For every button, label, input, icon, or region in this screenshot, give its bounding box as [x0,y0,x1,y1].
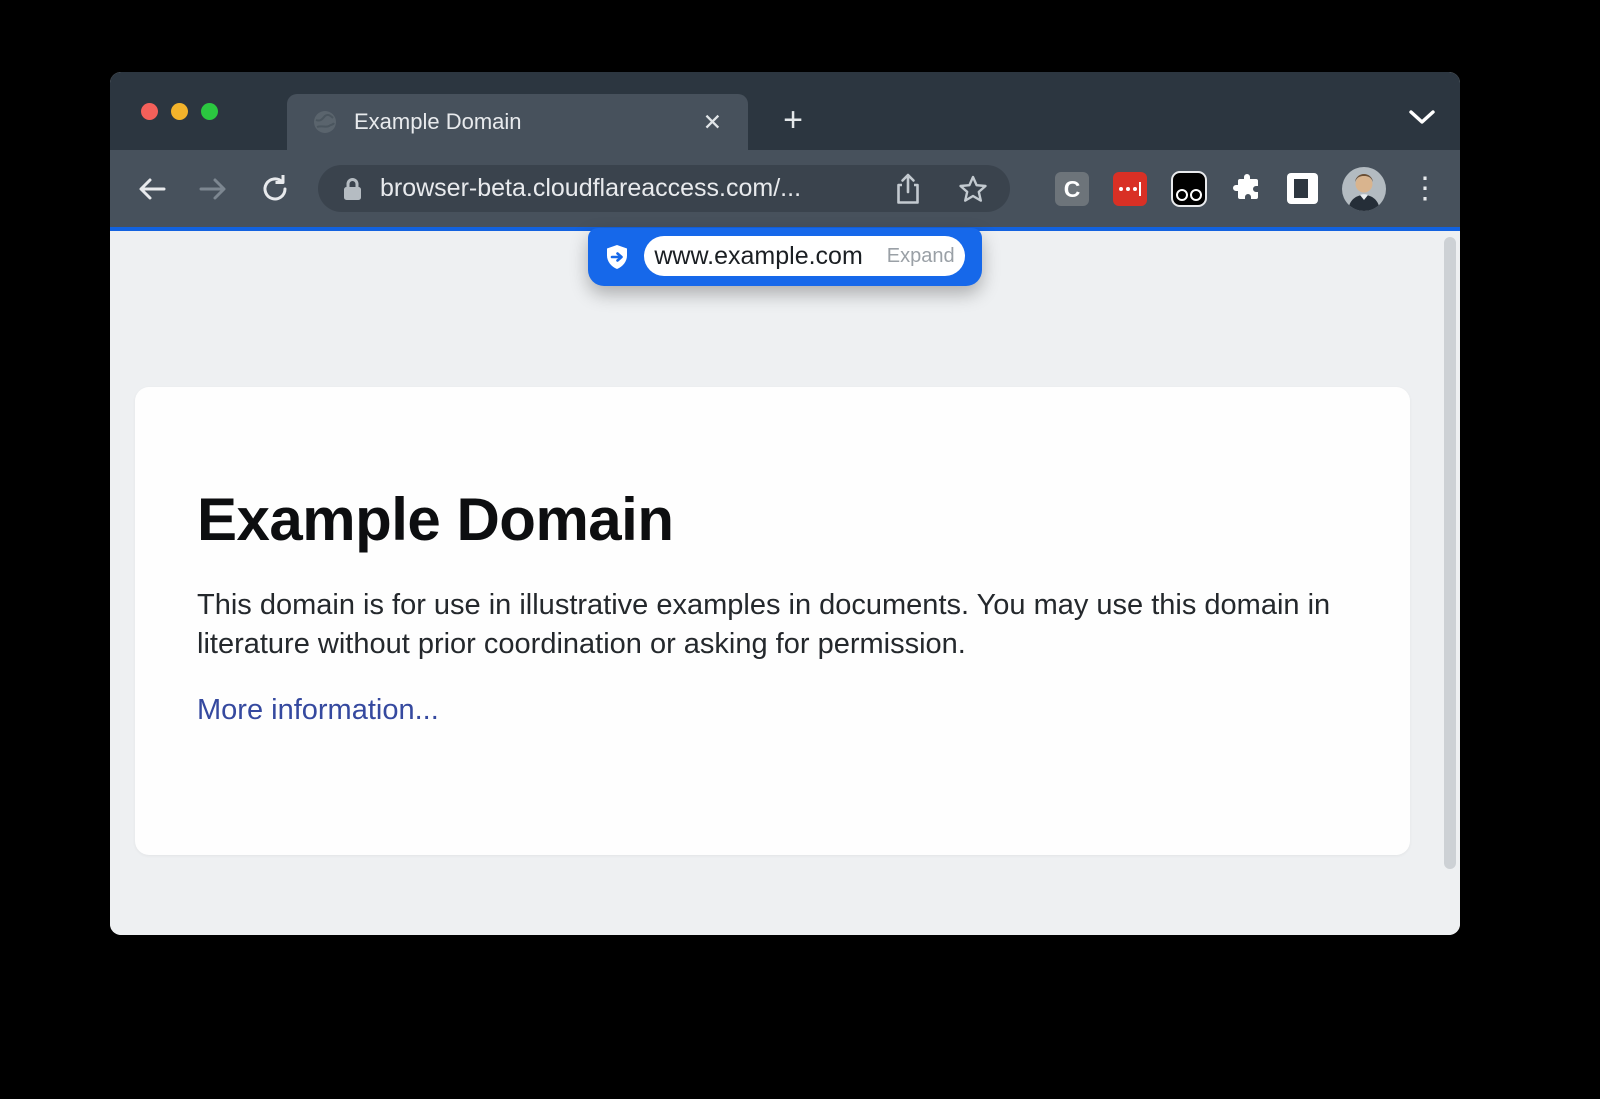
window-controls [141,103,218,120]
page-title: Example Domain [197,485,1350,554]
browser-menu-icon[interactable]: ⋮ [1410,174,1426,204]
minimize-window-button[interactable] [171,103,188,120]
shield-arrow-icon [603,243,631,271]
tab-close-icon[interactable]: ✕ [699,107,726,138]
lock-icon[interactable] [342,177,363,201]
password-manager-extension-icon[interactable] [1113,172,1147,206]
tab-title: Example Domain [354,109,699,135]
new-tab-button[interactable]: + [774,102,812,140]
page-paragraph: This domain is for use in illustrative e… [197,586,1350,664]
side-panel-icon[interactable] [1287,173,1318,204]
isolation-domain-pill: www.example.com Expand [644,236,965,276]
browser-toolbar: browser-beta.cloudflareaccess.com/... C [110,150,1460,227]
binoculars-extension-icon[interactable] [1171,171,1207,207]
extension-c-icon[interactable]: C [1055,172,1089,206]
profile-avatar[interactable] [1342,167,1386,211]
bookmark-star-icon[interactable] [958,174,988,204]
tab-strip: Example Domain ✕ + [110,72,1460,150]
chevron-down-icon[interactable] [1408,108,1436,126]
zoom-window-button[interactable] [201,103,218,120]
share-icon[interactable] [894,173,922,205]
back-button[interactable] [135,172,169,206]
content-card: Example Domain This domain is for use in… [135,387,1410,855]
browser-window: Example Domain ✕ + [110,72,1460,935]
vertical-scrollbar[interactable] [1444,237,1456,869]
close-window-button[interactable] [141,103,158,120]
isolation-url-widget: www.example.com Expand [588,228,982,286]
extensions-puzzle-icon[interactable] [1231,173,1263,205]
url-text: browser-beta.cloudflareaccess.com/... [380,174,894,203]
forward-button[interactable] [196,172,230,206]
more-information-link[interactable]: More information... [197,694,439,727]
page-viewport: www.example.com Expand Example Domain Th… [110,231,1460,935]
browser-tab[interactable]: Example Domain ✕ [287,94,748,150]
expand-button[interactable]: Expand [887,245,955,268]
reload-button[interactable] [258,172,292,206]
extensions-row: C [1055,150,1426,227]
globe-favicon-icon [313,110,337,134]
address-bar[interactable]: browser-beta.cloudflareaccess.com/... [318,165,1010,212]
isolated-domain-text: www.example.com [654,242,862,271]
